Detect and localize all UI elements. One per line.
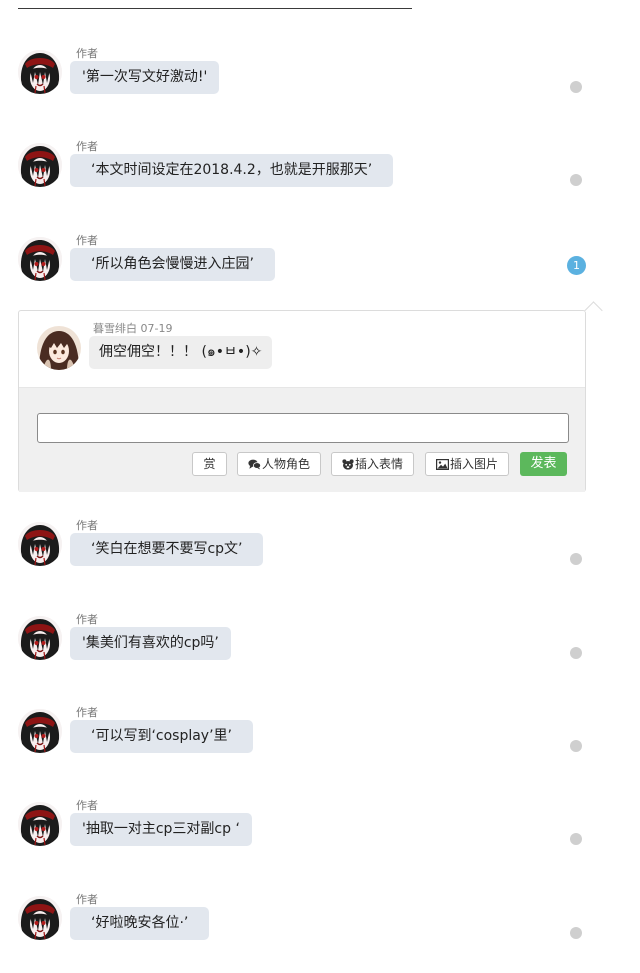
top-divider xyxy=(18,8,412,9)
author-label: 作者 xyxy=(76,706,98,719)
author-avatar[interactable] xyxy=(18,522,62,566)
image-label: 插入图片 xyxy=(449,457,498,471)
comment-item: 作者 ‘本文时间设定在2018.4.2，也就是开服那天’ xyxy=(0,138,640,232)
comment-item: 作者 '抽取一对主cp三对副cp ‘ xyxy=(0,797,640,891)
reply-text: 佣空佣空！！！ (๑•ㅂ•)✧ xyxy=(89,336,273,369)
comment-text: ‘所以角色会慢慢进入庄园’ xyxy=(70,248,275,281)
reply-username[interactable]: 暮雪绯白 xyxy=(93,322,137,335)
reward-button[interactable]: 赏 xyxy=(192,452,227,476)
reply-user-avatar[interactable] xyxy=(37,326,81,370)
comment-text: ‘本文时间设定在2018.4.2，也就是开服那天’ xyxy=(70,154,394,187)
comment-item: 作者 ‘好啦晚安各位·’ xyxy=(0,891,640,973)
comment-text: '抽取一对主cp三对副cp ‘ xyxy=(70,813,252,846)
reply-panel: 暮雪绯白 07-19 佣空佣空！！！ (๑•ㅂ•)✧ 赏 人物角色 插入表情 插… xyxy=(18,301,603,492)
author-label: 作者 xyxy=(76,234,98,247)
author-avatar[interactable] xyxy=(18,616,62,660)
bear-face-icon xyxy=(342,459,354,470)
chat-bubbles-icon xyxy=(248,459,261,470)
author-label: 作者 xyxy=(76,140,98,153)
author-label: 作者 xyxy=(76,47,98,60)
comment-item: 作者 ‘可以写到‘cosplay’里’ xyxy=(0,704,640,798)
picture-icon xyxy=(435,459,449,470)
comment-text: '集美们有喜欢的cp吗’ xyxy=(70,627,231,660)
comment-text: ‘好啦晚安各位·’ xyxy=(70,907,210,940)
reward-label: 赏 xyxy=(203,457,216,471)
comment-item: 作者 ‘笑白在想要不要写cp文’ xyxy=(0,517,640,611)
reply-count-dot[interactable] xyxy=(570,927,582,939)
comment-input[interactable] xyxy=(37,413,569,443)
author-avatar[interactable] xyxy=(18,802,62,846)
comment-thread-page: 作者 '第一次写文好激动!' 作者 ‘本文时间设定在2018.4.2，也就是开服… xyxy=(0,0,640,973)
character-label: 人物角色 xyxy=(261,457,310,471)
insert-image-button[interactable]: 插入图片 xyxy=(425,452,509,476)
author-avatar[interactable] xyxy=(18,143,62,187)
author-avatar[interactable] xyxy=(18,709,62,753)
publish-button[interactable]: 发表 xyxy=(520,452,567,476)
author-avatar[interactable] xyxy=(18,50,62,94)
author-avatar[interactable] xyxy=(18,237,62,281)
reply-count-dot[interactable] xyxy=(570,833,582,845)
reply-count-dot[interactable] xyxy=(570,81,582,93)
reply-count-dot[interactable] xyxy=(570,740,582,752)
reply-count-dot[interactable] xyxy=(570,647,582,659)
author-label: 作者 xyxy=(76,893,98,906)
comment-text: '第一次写文好激动!' xyxy=(70,61,220,94)
comment-text: ‘可以写到‘cosplay’里’ xyxy=(70,720,253,753)
author-label: 作者 xyxy=(76,519,98,532)
author-avatar[interactable] xyxy=(18,896,62,940)
comment-item: 作者 '集美们有喜欢的cp吗’ xyxy=(0,611,640,705)
reply-count-dot[interactable] xyxy=(570,174,582,186)
emoji-button[interactable]: 插入表情 xyxy=(331,452,414,476)
reply-date: 07-19 xyxy=(140,322,173,335)
reply-count-dot[interactable] xyxy=(570,553,582,565)
reply-count-badge[interactable]: 1 xyxy=(567,256,586,275)
character-button[interactable]: 人物角色 xyxy=(237,452,321,476)
author-label: 作者 xyxy=(76,613,98,626)
comment-text: ‘笑白在想要不要写cp文’ xyxy=(70,533,264,566)
comment-item: 作者 '第一次写文好激动!' xyxy=(0,45,640,139)
author-label: 作者 xyxy=(76,799,98,812)
reply-composer: 赏 人物角色 插入表情 插入图片 发表 xyxy=(19,387,585,492)
reply-meta: 暮雪绯白 07-19 xyxy=(93,320,172,336)
emoji-label: 插入表情 xyxy=(354,457,403,471)
